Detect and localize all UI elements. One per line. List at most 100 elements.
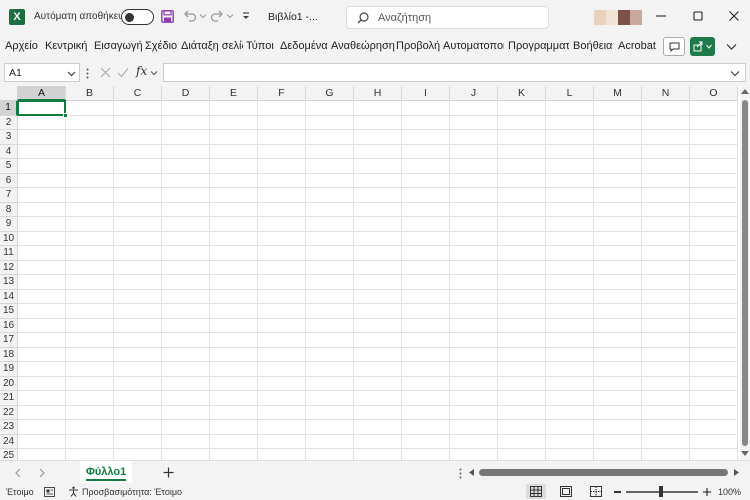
- redo-dropdown-icon[interactable]: [226, 12, 234, 20]
- share-button[interactable]: [690, 37, 715, 56]
- row-header[interactable]: 4: [0, 144, 18, 159]
- horizontal-scroll-thumb[interactable]: [479, 469, 728, 476]
- tab-help[interactable]: Βοήθεια: [573, 40, 612, 52]
- row-header[interactable]: 22: [0, 405, 18, 420]
- expand-ribbon-icon[interactable]: [726, 41, 737, 52]
- horizontal-scrollbar[interactable]: [468, 466, 748, 479]
- row-header[interactable]: 5: [0, 159, 18, 174]
- select-all-corner[interactable]: [0, 86, 18, 101]
- cancel-icon[interactable]: [100, 67, 111, 78]
- more-options-icon[interactable]: [86, 68, 89, 79]
- chevron-right-icon[interactable]: [38, 468, 46, 478]
- redo-icon[interactable]: [210, 9, 224, 23]
- formula-input[interactable]: [163, 63, 746, 82]
- normal-view-button[interactable]: [526, 484, 546, 499]
- accessibility-icon[interactable]: [68, 486, 79, 497]
- save-icon[interactable]: [161, 10, 174, 23]
- tab-data[interactable]: Δεδομένα: [280, 40, 328, 52]
- tab-home[interactable]: Κεντρική: [45, 40, 87, 52]
- row-header[interactable]: 21: [0, 391, 18, 406]
- row-header[interactable]: 12: [0, 260, 18, 275]
- customize-toolbar-icon[interactable]: [241, 11, 251, 21]
- vertical-scroll-thumb[interactable]: [742, 100, 748, 446]
- tab-file[interactable]: Αρχείο: [5, 40, 38, 52]
- row-header[interactable]: 8: [0, 202, 18, 217]
- macro-recording-icon[interactable]: [44, 487, 55, 497]
- column-header[interactable]: A: [18, 86, 66, 101]
- column-header[interactable]: I: [402, 86, 450, 101]
- minimize-icon[interactable]: [653, 8, 669, 24]
- row-header[interactable]: 10: [0, 231, 18, 246]
- row-header[interactable]: 25: [0, 449, 18, 460]
- tab-review[interactable]: Αναθεώρηση: [331, 40, 395, 52]
- active-cell-a1[interactable]: [17, 100, 66, 116]
- tab-formulas[interactable]: Τύποι: [246, 40, 274, 52]
- sheet-tab-active[interactable]: Φύλλο1: [80, 461, 132, 483]
- row-header[interactable]: 15: [0, 304, 18, 319]
- row-header[interactable]: 11: [0, 246, 18, 261]
- row-header[interactable]: 19: [0, 362, 18, 377]
- function-dropdown-icon[interactable]: [150, 69, 158, 77]
- row-header[interactable]: 9: [0, 217, 18, 232]
- enter-icon[interactable]: [117, 67, 129, 78]
- accessibility-status[interactable]: Προσβασιμότητα: Έτοιμο: [82, 487, 182, 497]
- autosave-toggle[interactable]: [121, 9, 154, 25]
- column-header[interactable]: L: [546, 86, 594, 101]
- insert-function-icon[interactable]: fx: [136, 64, 147, 78]
- page-layout-view-button[interactable]: [556, 484, 576, 499]
- column-header[interactable]: C: [114, 86, 162, 101]
- splitter-handle-icon[interactable]: [459, 468, 462, 479]
- column-header[interactable]: G: [306, 86, 354, 101]
- row-header[interactable]: 2: [0, 115, 18, 130]
- tab-page-layout[interactable]: Διάταξη σελίδ: [181, 40, 243, 52]
- zoom-out-icon[interactable]: [614, 491, 621, 493]
- row-header[interactable]: 7: [0, 188, 18, 203]
- account-avatar[interactable]: [594, 10, 642, 25]
- row-header[interactable]: 14: [0, 289, 18, 304]
- scroll-down-icon[interactable]: [741, 451, 749, 457]
- comments-button[interactable]: [663, 37, 685, 56]
- row-header[interactable]: 16: [0, 318, 18, 333]
- row-header[interactable]: 17: [0, 333, 18, 348]
- tab-developer[interactable]: Προγραμματ: [508, 40, 569, 52]
- row-header[interactable]: 18: [0, 347, 18, 362]
- spreadsheet-grid[interactable]: A B C D E F G H I J K L M N O 1 2 3 4 5 6 7 8 9 10 11 12 13 14 15 16 17…: [0, 86, 740, 460]
- row-header[interactable]: 13: [0, 275, 18, 290]
- zoom-level[interactable]: 100%: [718, 487, 741, 497]
- tab-draw[interactable]: Σχέδιο: [145, 40, 177, 52]
- fill-handle[interactable]: [63, 112, 68, 118]
- tab-acrobat[interactable]: Acrobat: [618, 40, 656, 52]
- document-title[interactable]: Βιβλίο1 -...: [268, 11, 318, 23]
- tab-view[interactable]: Προβολή: [396, 40, 440, 52]
- scroll-up-icon[interactable]: [741, 88, 749, 94]
- undo-icon[interactable]: [183, 9, 197, 23]
- zoom-slider-thumb[interactable]: [659, 486, 663, 497]
- expand-formula-bar-icon[interactable]: [730, 69, 740, 78]
- maximize-icon[interactable]: [690, 8, 706, 24]
- row-header[interactable]: 3: [0, 130, 18, 145]
- page-break-view-button[interactable]: [586, 484, 606, 499]
- close-icon[interactable]: [726, 8, 742, 24]
- scroll-left-icon[interactable]: [468, 469, 474, 476]
- undo-dropdown-icon[interactable]: [199, 12, 207, 20]
- chevron-down-icon[interactable]: [67, 69, 76, 78]
- tab-automate[interactable]: Αυτοματοποι: [443, 40, 504, 52]
- column-header[interactable]: E: [210, 86, 258, 101]
- column-header[interactable]: K: [498, 86, 546, 101]
- scroll-right-icon[interactable]: [734, 469, 740, 476]
- add-sheet-icon[interactable]: [162, 466, 175, 479]
- column-header[interactable]: N: [642, 86, 690, 101]
- row-header[interactable]: 6: [0, 173, 18, 188]
- tab-insert[interactable]: Εισαγωγή: [94, 40, 143, 52]
- vertical-scrollbar[interactable]: [740, 86, 750, 460]
- column-header[interactable]: H: [354, 86, 402, 101]
- column-header[interactable]: F: [258, 86, 306, 101]
- search-box[interactable]: Αναζήτηση: [346, 6, 549, 29]
- row-header[interactable]: 20: [0, 376, 18, 391]
- name-box[interactable]: A1: [4, 63, 80, 82]
- column-header[interactable]: M: [594, 86, 642, 101]
- zoom-in-icon[interactable]: [703, 488, 711, 496]
- row-header[interactable]: 24: [0, 434, 18, 449]
- row-header[interactable]: 23: [0, 420, 18, 435]
- column-header[interactable]: D: [162, 86, 210, 101]
